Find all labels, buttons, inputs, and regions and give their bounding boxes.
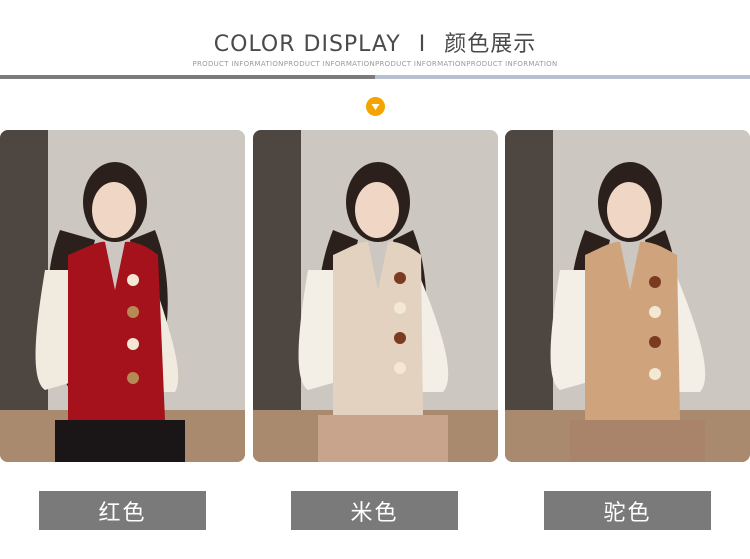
product-photo-camel <box>505 130 750 462</box>
page-title: COLOR DISPLAY I 颜色展示 <box>0 26 750 58</box>
title-separator: I <box>418 32 427 57</box>
title-en: COLOR DISPLAY <box>213 32 401 57</box>
title-cn: 颜色展示 <box>444 32 537 57</box>
page-subtitle: PRODUCT INFORMATIONPRODUCT INFORMATIONPR… <box>192 60 558 68</box>
color-label-beige: 米色 <box>291 491 458 530</box>
color-label-red: 红色 <box>39 491 206 530</box>
product-photo-beige <box>253 130 498 462</box>
product-photo-red <box>0 130 245 462</box>
color-label-camel: 驼色 <box>544 491 711 530</box>
header-divider <box>0 75 750 79</box>
chevron-down-icon <box>366 97 385 116</box>
